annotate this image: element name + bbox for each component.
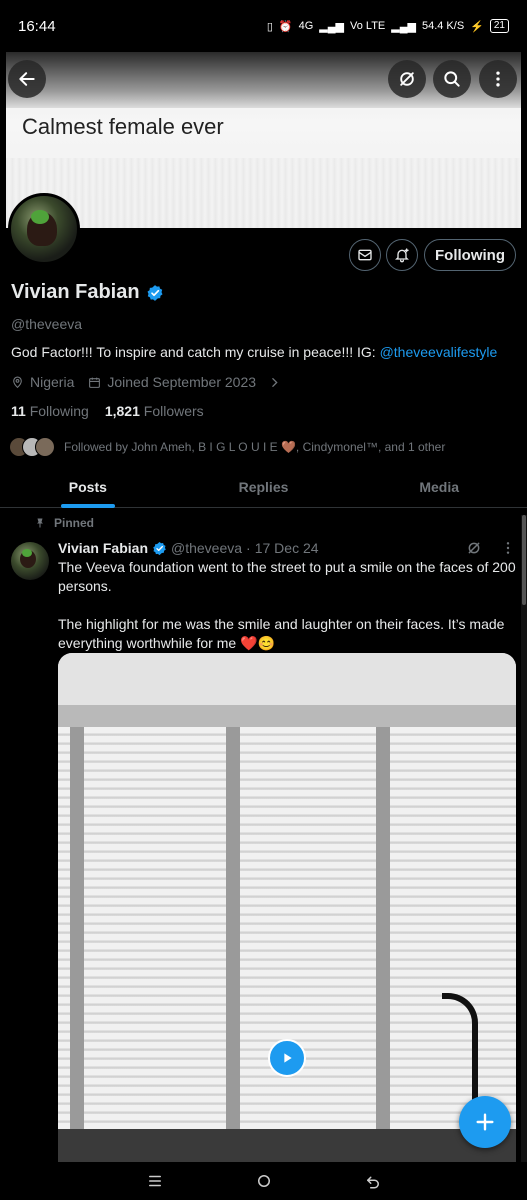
tweet-video[interactable]	[58, 653, 516, 1163]
scrollbar-thumb[interactable]	[522, 515, 526, 605]
banner-text: Calmest female ever	[22, 114, 224, 139]
mini-avatar	[35, 437, 55, 457]
avatar-headwrap	[31, 210, 49, 224]
network-speed: 54.4 K/S	[421, 20, 465, 32]
tab-media[interactable]: Media	[351, 466, 527, 507]
play-icon	[284, 1053, 292, 1063]
plus-icon	[476, 1113, 494, 1131]
back-button[interactable]	[8, 60, 46, 98]
mail-icon	[358, 249, 372, 261]
tweet-header: Vivian Fabian @theveeva · 17 Dec 24	[58, 540, 319, 556]
calendar-icon	[89, 377, 101, 388]
profile-location: Nigeria	[30, 374, 75, 390]
tweet-actions-top	[466, 540, 516, 556]
bio-instagram-link[interactable]: @theveevalifestyle	[380, 344, 498, 360]
more-button[interactable]	[479, 60, 517, 98]
video-strap	[70, 727, 84, 1143]
following-stat[interactable]: 11 Following	[11, 403, 89, 419]
tab-posts[interactable]: Posts	[0, 466, 176, 507]
slash-circle-icon	[400, 72, 414, 86]
profile-tabs: Posts Replies Media	[0, 466, 527, 508]
video-shutter-rail	[58, 705, 516, 727]
verified-badge-icon	[153, 541, 166, 555]
tweet-author-name[interactable]: Vivian Fabian	[58, 540, 148, 556]
followers-count: 1,821	[104, 403, 140, 419]
profile-joined: Joined September 2023	[107, 374, 257, 390]
charging-icon: ⚡	[470, 20, 484, 33]
battery-indicator: 21	[489, 19, 509, 33]
bio-text: God Factor!!! To inspire and catch my cr…	[11, 344, 380, 360]
followers-label: Followers	[143, 403, 204, 419]
video-wall	[58, 653, 516, 705]
chevron-right-icon[interactable]	[268, 376, 281, 389]
arrow-left-icon	[19, 72, 35, 86]
tweet-paragraph: The highlight for me was the smile and l…	[58, 616, 505, 651]
profile-name-row: Vivian Fabian	[11, 281, 164, 304]
network-volte-label: Vo LTE	[349, 20, 386, 32]
vibrate-icon: ▯	[266, 20, 273, 33]
play-button[interactable]	[268, 1039, 306, 1077]
tab-replies[interactable]: Replies	[176, 466, 352, 507]
signal-icon: ▂▄▆	[319, 20, 344, 33]
follow-stats: 11 Following 1,821 Followers	[11, 403, 204, 419]
slash-circle-icon[interactable]	[466, 540, 482, 556]
verified-badge-icon[interactable]	[146, 284, 164, 302]
location-pin-icon	[13, 376, 22, 388]
bell-plus-icon	[395, 248, 409, 263]
tweet-author-handle[interactable]: @theveeva	[171, 540, 242, 556]
compose-button[interactable]	[459, 1096, 511, 1148]
followed-by-text: Followed by John Ameh, B I G L O U I E 🤎…	[64, 440, 446, 454]
video-strap	[376, 727, 390, 1143]
display-name: Vivian Fabian	[11, 281, 140, 303]
tweet-separator: ·	[246, 540, 251, 556]
grok-button[interactable]	[388, 60, 426, 98]
scrollbar-track	[521, 515, 527, 1200]
following-button[interactable]: Following	[424, 239, 516, 271]
message-button[interactable]	[349, 239, 381, 271]
pin-icon	[37, 518, 43, 528]
status-icons: ▯ ⏰ 4G ▂▄▆ Vo LTE ▂▄▆ 54.4 K/S ⚡ 21	[267, 19, 509, 33]
pinned-indicator: Pinned	[34, 516, 94, 530]
video-strap	[226, 727, 240, 1143]
profile-bio: God Factor!!! To inspire and catch my cr…	[11, 344, 516, 360]
network-4g-label: 4G	[298, 20, 314, 32]
banner-texture	[6, 158, 521, 228]
recent-apps-icon[interactable]	[146, 1172, 164, 1190]
system-nav-bar	[0, 1162, 527, 1200]
more-vertical-icon[interactable]	[500, 540, 516, 556]
profile-meta: Nigeria Joined September 2023	[11, 374, 281, 390]
pinned-label: Pinned	[54, 516, 95, 530]
search-button[interactable]	[433, 60, 471, 98]
profile-handle: @theveeva	[11, 316, 83, 332]
search-icon	[444, 71, 460, 87]
back-nav-icon[interactable]	[364, 1172, 382, 1190]
status-bar: 16:44 ▯ ⏰ 4G ▂▄▆ Vo LTE ▂▄▆ 54.4 K/S ⚡ 2…	[0, 0, 527, 52]
more-vertical-icon	[496, 71, 500, 87]
followers-stat[interactable]: 1,821 Followers	[105, 403, 204, 419]
followers-you-know-avatars	[9, 437, 55, 457]
followed-by-row[interactable]: Followed by John Ameh, B I G L O U I E 🤎…	[9, 437, 445, 457]
following-label: Following	[29, 403, 89, 419]
tweet-paragraph: The Veeva foundation went to the street …	[58, 559, 516, 594]
tweet-date[interactable]: 17 Dec 24	[255, 540, 319, 556]
home-icon[interactable]	[255, 1172, 273, 1190]
following-count: 11	[11, 403, 26, 419]
notifications-button[interactable]	[386, 239, 418, 271]
status-time: 16:44	[18, 17, 56, 35]
tweet-avatar[interactable]	[11, 542, 49, 580]
alarm-icon: ⏰	[278, 20, 293, 33]
signal-icon-2: ▂▄▆	[391, 20, 416, 33]
profile-avatar[interactable]	[8, 193, 80, 265]
avatar-headwrap	[22, 549, 32, 557]
